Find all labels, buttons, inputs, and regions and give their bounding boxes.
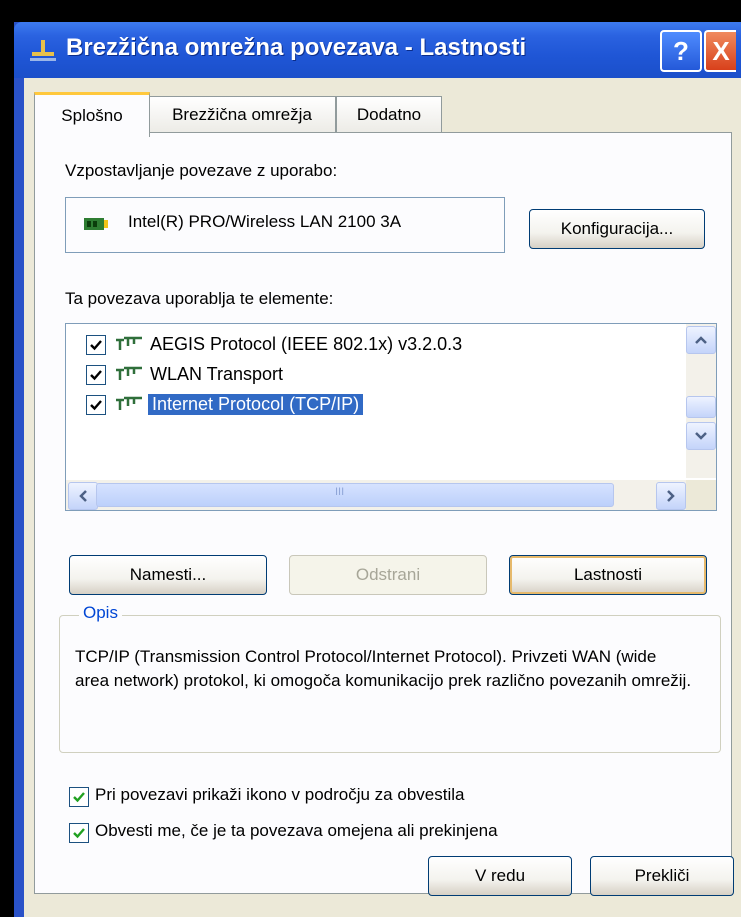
tab-wireless-networks[interactable]: Brezžična omrežja xyxy=(148,96,336,133)
protocol-icon xyxy=(116,396,142,410)
install-button-label: Namesti... xyxy=(129,565,207,584)
dialog-client: Splošno Brezžična omrežja Dodatno Vzpost… xyxy=(24,78,741,917)
vertical-scrollbar[interactable] xyxy=(686,324,716,478)
network-card-icon xyxy=(84,218,108,230)
scroll-up-button[interactable] xyxy=(686,326,716,354)
component-checkbox[interactable] xyxy=(86,395,106,415)
component-label: WLAN Transport xyxy=(150,364,284,384)
uninstall-button-label: Odstrani xyxy=(355,565,421,584)
horizontal-scrollbar[interactable]: III xyxy=(66,480,686,510)
connect-using-label: Vzpostavljanje povezave z uporabo: xyxy=(65,161,338,180)
horizontal-scroll-thumb[interactable]: III xyxy=(96,483,614,507)
protocol-icon xyxy=(116,366,142,380)
device-name: Intel(R) PRO/Wireless LAN 2100 3A xyxy=(128,212,402,231)
components-label: Ta povezava uporablja te elemente: xyxy=(65,289,334,308)
vertical-scroll-thumb[interactable] xyxy=(686,396,716,418)
ok-button-label: V redu xyxy=(474,866,526,885)
network-connection-icon xyxy=(30,40,56,61)
title-bar[interactable]: Brezžična omrežna povezava - Lastnosti ?… xyxy=(14,22,741,78)
properties-window: Brezžična omrežna povezava - Lastnosti ?… xyxy=(14,22,741,917)
list-item[interactable]: WLAN Transport xyxy=(66,360,666,390)
tab-advanced[interactable]: Dodatno xyxy=(336,96,442,133)
scroll-left-button[interactable] xyxy=(68,482,98,510)
checkmark-icon xyxy=(73,828,85,839)
install-button[interactable]: Namesti... xyxy=(69,555,267,595)
chevron-left-icon xyxy=(79,490,87,502)
checkmark-icon xyxy=(90,370,102,381)
chevron-right-icon xyxy=(667,490,675,502)
component-label-selected: Internet Protocol (TCP/IP) xyxy=(148,394,364,415)
tab-general[interactable]: Splošno xyxy=(34,92,150,137)
scroll-right-button[interactable] xyxy=(656,482,686,510)
cancel-button[interactable]: Prekliči xyxy=(590,856,734,896)
checkmark-icon xyxy=(90,340,102,351)
list-item[interactable]: Internet Protocol (TCP/IP) xyxy=(66,390,666,420)
scroll-grip: III xyxy=(335,486,345,498)
notify-label[interactable]: Obvesti me, če je ta povezava omejena al… xyxy=(95,821,498,841)
show-icon-checkbox[interactable] xyxy=(69,787,89,807)
cancel-button-label: Prekliči xyxy=(634,866,690,885)
list-item[interactable]: AEGIS Protocol (IEEE 802.1x) v3.2.0.3 xyxy=(66,330,666,360)
chevron-down-icon xyxy=(695,432,707,440)
notify-checkbox[interactable] xyxy=(69,823,89,843)
window-title: Brezžična omrežna povezava - Lastnosti xyxy=(66,34,527,61)
protocol-icon xyxy=(116,336,142,350)
component-checkbox[interactable] xyxy=(86,365,106,385)
device-box: Intel(R) PRO/Wireless LAN 2100 3A xyxy=(65,197,505,253)
scrollbar-corner xyxy=(686,480,716,510)
screen-border-top xyxy=(0,0,741,22)
scroll-down-button[interactable] xyxy=(686,422,716,450)
ok-button[interactable]: V redu xyxy=(428,856,572,896)
properties-button-label: Lastnosti xyxy=(573,565,643,584)
description-group-title: Opis xyxy=(79,603,122,623)
help-button[interactable]: ? xyxy=(660,30,702,72)
chevron-up-icon xyxy=(695,336,707,344)
screen-border-left xyxy=(0,0,14,917)
uninstall-button[interactable]: Odstrani xyxy=(289,555,487,595)
component-checkbox[interactable] xyxy=(86,335,106,355)
configure-button-label: Konfiguracija... xyxy=(560,219,674,238)
close-button[interactable]: X xyxy=(704,30,736,72)
tab-panel-general: Vzpostavljanje povezave z uporabo: Intel… xyxy=(34,132,732,894)
configure-button[interactable]: Konfiguracija... xyxy=(529,209,705,249)
checkmark-icon xyxy=(73,792,85,803)
show-icon-label[interactable]: Pri povezavi prikaži ikono v področju za… xyxy=(95,785,464,805)
checkmark-icon xyxy=(90,400,102,411)
component-label: AEGIS Protocol (IEEE 802.1x) v3.2.0.3 xyxy=(150,334,463,354)
description-text: TCP/IP (Transmission Control Protocol/In… xyxy=(75,647,692,690)
components-list[interactable]: AEGIS Protocol (IEEE 802.1x) v3.2.0.3 WL… xyxy=(65,323,717,511)
properties-button[interactable]: Lastnosti xyxy=(509,555,707,595)
